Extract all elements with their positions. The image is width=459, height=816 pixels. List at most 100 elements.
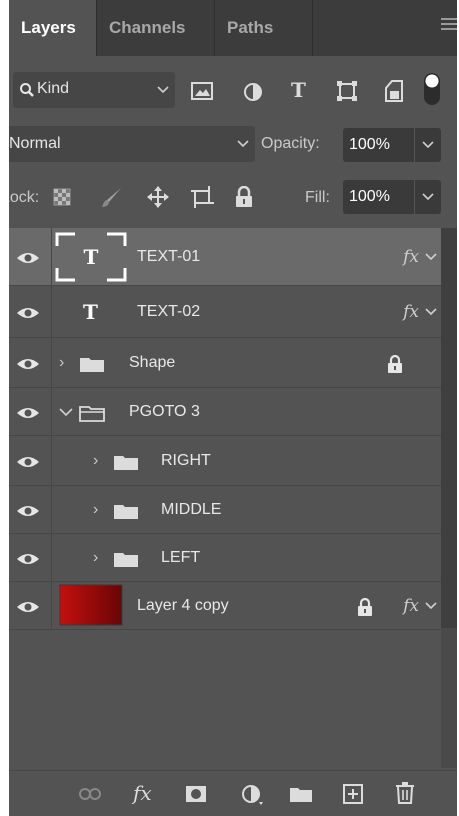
chevron-down-icon[interactable] xyxy=(425,307,437,316)
layer-right[interactable]: › RIGHT xyxy=(9,436,441,486)
visibility-cell[interactable] xyxy=(9,534,52,581)
adjustment-filter-icon[interactable] xyxy=(243,82,263,102)
layer-name[interactable]: PGOTO 3 xyxy=(129,403,200,421)
eye-icon[interactable] xyxy=(16,552,40,566)
opacity-dropdown[interactable] xyxy=(414,128,441,162)
pixel-filter-icon[interactable] xyxy=(191,82,213,100)
delete-layer-icon[interactable] xyxy=(395,782,415,804)
chevron-down-icon xyxy=(157,86,169,94)
chevron-right-icon[interactable]: › xyxy=(93,501,98,519)
scrollbar-thumb[interactable] xyxy=(441,228,457,628)
opacity-label: Opacity: xyxy=(261,135,320,152)
new-group-icon[interactable] xyxy=(289,785,313,803)
chevron-down-icon xyxy=(237,140,249,148)
chevron-down-icon xyxy=(422,193,434,201)
filter-kind-select[interactable]: Kind xyxy=(13,72,175,108)
svg-text:T: T xyxy=(84,245,99,269)
visibility-cell[interactable] xyxy=(9,582,52,629)
layer-name[interactable]: RIGHT xyxy=(161,452,211,470)
search-icon xyxy=(20,83,34,97)
eye-icon[interactable] xyxy=(16,600,40,614)
folder-icon xyxy=(114,504,138,519)
eye-icon[interactable] xyxy=(16,504,40,518)
eye-icon[interactable] xyxy=(16,406,40,420)
visibility-cell[interactable] xyxy=(9,228,52,285)
layer-pgoto-3[interactable]: PGOTO 3 xyxy=(9,388,441,436)
blend-mode-select[interactable]: Normal xyxy=(9,126,255,162)
chevron-down-icon[interactable] xyxy=(425,252,437,261)
visibility-cell[interactable] xyxy=(9,286,52,337)
shape-filter-icon[interactable] xyxy=(337,81,357,101)
chevron-down-icon[interactable] xyxy=(59,408,73,417)
chevron-right-icon[interactable]: › xyxy=(93,452,98,470)
tab-layers[interactable]: Layers xyxy=(9,0,97,56)
image-layer-thumbnail xyxy=(59,584,123,626)
chevron-right-icon[interactable]: › xyxy=(59,354,64,372)
lock-label: Lock: xyxy=(9,189,40,206)
fill-label: Fill: xyxy=(305,189,330,206)
lock-transparent-pixels-icon[interactable] xyxy=(53,188,71,206)
layer-middle[interactable]: › MIDDLE xyxy=(9,486,441,534)
layer-4-copy[interactable]: Layer 4 copy fx xyxy=(9,582,441,630)
add-layer-style-icon[interactable]: fx xyxy=(133,781,152,805)
visibility-cell[interactable] xyxy=(9,388,52,435)
layer-text-01[interactable]: T TEXT-01 fx xyxy=(9,228,441,286)
chevron-down-icon[interactable] xyxy=(425,601,437,610)
lock-artboard-icon[interactable] xyxy=(191,186,215,208)
folder-icon xyxy=(80,357,104,372)
panel-tabs: Layers Channels Paths xyxy=(9,0,457,56)
lock-all-icon[interactable] xyxy=(235,186,253,208)
folder-icon xyxy=(114,552,138,567)
filter-kind-label: Kind xyxy=(37,80,70,97)
layers-panel: Layers Channels Paths Kind T Normal Opac… xyxy=(9,0,457,816)
blend-row: Normal Opacity: 100% xyxy=(9,124,457,164)
new-fill-adjustment-layer-icon[interactable] xyxy=(241,784,265,806)
eye-icon[interactable] xyxy=(16,306,40,320)
fx-icon[interactable]: fx xyxy=(403,247,419,267)
layers-scrollbar[interactable] xyxy=(441,228,457,768)
layers-list: T TEXT-01 fx T TEXT-02 fx › Shape PGOTO … xyxy=(9,228,441,768)
layer-name[interactable]: Layer 4 copy xyxy=(137,597,229,615)
type-filter-icon[interactable]: T xyxy=(291,78,306,102)
chevron-right-icon[interactable]: › xyxy=(93,549,98,567)
layer-name[interactable]: TEXT-02 xyxy=(137,303,200,321)
fx-icon[interactable]: fx xyxy=(403,596,419,616)
layer-name[interactable]: MIDDLE xyxy=(161,501,221,519)
layers-bottom-toolbar: fx xyxy=(9,770,457,816)
layer-text-02[interactable]: T TEXT-02 fx xyxy=(9,286,441,338)
new-layer-icon[interactable] xyxy=(343,784,363,804)
tab-channels[interactable]: Channels xyxy=(97,0,215,56)
layer-shape[interactable]: › Shape xyxy=(9,338,441,388)
add-mask-icon[interactable] xyxy=(185,785,207,803)
smart-object-filter-icon[interactable] xyxy=(385,80,403,102)
filter-row: Kind T xyxy=(9,64,457,114)
visibility-cell[interactable] xyxy=(9,436,52,485)
fx-icon[interactable]: fx xyxy=(403,302,419,322)
folder-icon xyxy=(114,455,138,470)
blend-mode-label: Normal xyxy=(9,135,61,152)
layer-left[interactable]: › LEFT xyxy=(9,534,441,582)
eye-icon[interactable] xyxy=(16,357,40,371)
fill-dropdown[interactable] xyxy=(414,180,441,214)
text-layer-icon: T xyxy=(83,300,98,324)
link-layers-icon[interactable] xyxy=(79,787,101,801)
folder-open-icon xyxy=(79,405,105,422)
visibility-cell[interactable] xyxy=(9,486,52,533)
lock-row: Lock: Fill: xyxy=(9,176,457,220)
opacity-value: 100% xyxy=(349,136,390,153)
lock-position-icon[interactable] xyxy=(147,186,169,208)
panel-menu-icon[interactable] xyxy=(441,18,457,34)
lock-image-pixels-icon[interactable] xyxy=(101,186,123,208)
layer-name[interactable]: LEFT xyxy=(161,549,200,567)
filter-toggle-icon[interactable] xyxy=(423,72,441,106)
opacity-input[interactable]: 100% xyxy=(343,128,441,162)
eye-icon[interactable] xyxy=(16,251,40,265)
visibility-cell[interactable] xyxy=(9,338,52,387)
tab-paths[interactable]: Paths xyxy=(215,0,313,56)
lock-icon xyxy=(388,354,402,373)
fill-input[interactable]: 100% xyxy=(343,180,441,214)
layer-name[interactable]: Shape xyxy=(129,354,175,372)
eye-icon[interactable] xyxy=(16,455,40,469)
layer-name[interactable]: TEXT-01 xyxy=(137,248,200,266)
fill-value: 100% xyxy=(349,188,390,205)
